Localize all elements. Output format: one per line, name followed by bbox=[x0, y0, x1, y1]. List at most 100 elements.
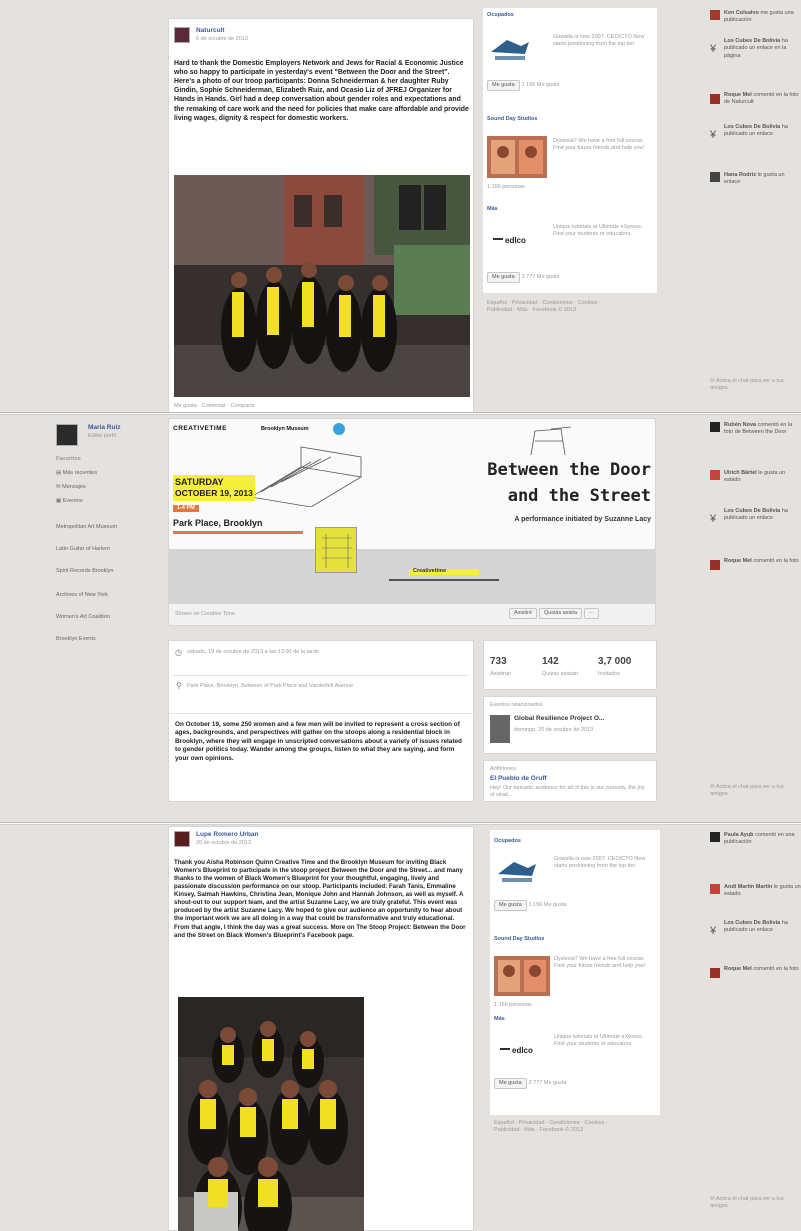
ad-like-button[interactable]: Me gusta bbox=[494, 900, 527, 912]
ticker-item[interactable]: Hana Rodriz le gusta un enlace bbox=[724, 172, 801, 187]
ad-text: Unique tutorials at Ultimate eXpress. Fi… bbox=[554, 1034, 644, 1048]
post-author[interactable]: Naturcult bbox=[196, 27, 225, 36]
ticker-name: Los Cubes De Bolivia bbox=[724, 508, 781, 514]
page-footer-links[interactable]: Español · Privacidad · Condiciones · Coo… bbox=[494, 1120, 634, 1135]
ticker-avatar[interactable] bbox=[710, 968, 720, 978]
ticker-name: Hana Rodriz bbox=[724, 172, 757, 178]
ticker-avatar[interactable] bbox=[710, 172, 720, 182]
ad-like-button[interactable]: Me gusta bbox=[494, 1078, 527, 1090]
more-options-button[interactable]: ··· bbox=[583, 608, 600, 620]
gowalla-logo-icon bbox=[498, 862, 536, 882]
ticker-item[interactable]: Los Cubes De Bolivia ha publicado un enl… bbox=[724, 38, 801, 60]
post-author[interactable]: Lupe Romero Urban bbox=[196, 831, 258, 840]
ticker-item[interactable]: Ulrich Bärtel le gusta un estado bbox=[724, 470, 801, 485]
bar-text: Creativetime bbox=[413, 568, 447, 574]
stat-invited[interactable]: 3,7 000 bbox=[598, 655, 631, 669]
event-location: Park Place, Brooklyn bbox=[173, 518, 263, 528]
stat-going[interactable]: 733 bbox=[490, 655, 507, 669]
nav-group-link[interactable]: Latin Guitar of Harlem bbox=[56, 546, 148, 553]
ticker-item[interactable]: Paula Ayub comentó en una publicación bbox=[724, 832, 801, 847]
edit-profile-link[interactable]: Editar perfil bbox=[88, 433, 116, 440]
chat-status[interactable]: ✉ Activa el chat para ver a tus amigos bbox=[710, 1196, 801, 1211]
ticker-avatar[interactable] bbox=[710, 94, 720, 104]
ad-logo-edlco[interactable]: edlco bbox=[494, 1036, 550, 1064]
date-banner: SATURDAY OCTOBER 19, 2013 bbox=[173, 475, 255, 501]
host-name[interactable]: El Pueblo de Gruff bbox=[490, 775, 547, 784]
nav-group-link[interactable]: Brooklyn Events bbox=[56, 636, 148, 643]
ad-logo-gowalla[interactable] bbox=[487, 34, 533, 64]
join-button[interactable]: Asistiré bbox=[509, 608, 538, 620]
post-text: Thank you Aisha Robinson Quinn Creative … bbox=[174, 859, 466, 939]
nav-section-favorites: Favoritos bbox=[56, 456, 81, 462]
nav-item-news[interactable]: ▤ Más recientes bbox=[56, 470, 97, 477]
ad-text: Gowalla is now 2007. CEO/CTO New starts … bbox=[554, 856, 646, 870]
ad-logo-gowalla[interactable] bbox=[494, 856, 540, 886]
ticker-item[interactable]: Rubén Nova comentó en la foto de Between… bbox=[724, 422, 801, 437]
ticker-avatar[interactable] bbox=[710, 884, 720, 894]
ad-photo-dyslexia[interactable] bbox=[494, 956, 550, 996]
event-stats: 733 Asistirán 142 Quizás asistan 3,7 000… bbox=[483, 640, 657, 690]
ad-photo-dyslexia[interactable] bbox=[487, 136, 547, 178]
screenshot-separator bbox=[0, 822, 801, 825]
ticker-item[interactable]: Andi Martin Martín le gusta un estado bbox=[724, 884, 801, 899]
ad-like-count: 1 156 personas bbox=[494, 1002, 532, 1008]
ad-like-button[interactable]: Me gusta bbox=[487, 272, 520, 284]
nav-item-messages[interactable]: ✉ Mensajes bbox=[56, 484, 86, 491]
related-heading: Eventos relacionados bbox=[490, 702, 543, 708]
ad-like-count: 1 156 Me gusta bbox=[528, 902, 567, 908]
ticker-avatar[interactable] bbox=[710, 560, 720, 570]
ad-like-button[interactable]: Me gusta bbox=[487, 80, 520, 92]
post-photo[interactable] bbox=[178, 997, 364, 1231]
host-heading: Anfitriones bbox=[490, 766, 516, 772]
post-photo[interactable] bbox=[174, 175, 470, 397]
ad-logo-edlco[interactable]: edlco bbox=[487, 226, 547, 256]
nav-group-link[interactable]: Women's Art Coalition bbox=[56, 614, 148, 621]
ticker-item[interactable]: Los Cubes De Bolivia ha publicado un enl… bbox=[724, 124, 801, 139]
nav-group-link[interactable]: Archives of New York bbox=[56, 592, 148, 599]
ads-heading: Ocupados bbox=[494, 838, 521, 844]
ticker-avatar[interactable] bbox=[710, 832, 720, 842]
profile-name[interactable]: Maria Ruiz bbox=[88, 424, 121, 433]
screenshot-separator bbox=[0, 412, 801, 415]
cubes-logo-icon: ¥ bbox=[710, 925, 717, 937]
ad-text: Dyslexia? We have a free full course. Fi… bbox=[554, 956, 646, 970]
avatar[interactable] bbox=[174, 831, 190, 847]
stat-maybe[interactable]: 142 bbox=[542, 655, 559, 669]
ticker-avatar[interactable] bbox=[710, 10, 720, 20]
nav-item-events[interactable]: ▦ Eventos bbox=[56, 498, 83, 505]
event-time-tag: 1-4 PM bbox=[173, 505, 199, 513]
ticker-item[interactable]: Roque Mel comentó en la foto bbox=[724, 558, 801, 565]
stat-going-label: Asistirán bbox=[490, 671, 512, 677]
ticker-item[interactable]: Roque Mel comentó en la foto bbox=[724, 966, 801, 973]
ticker-avatar[interactable] bbox=[710, 470, 720, 480]
page-footer-links[interactable]: Español · Privacidad · Condiciones · Coo… bbox=[487, 300, 627, 315]
ticker-name: Los Cubes De Bolivia bbox=[724, 38, 781, 44]
post-actions[interactable]: Me gusta · Comentar · Compartir bbox=[174, 403, 255, 410]
ticker-name: Los Cubes De Bolivia bbox=[724, 920, 781, 926]
calendar-icon: ▦ bbox=[56, 498, 63, 504]
location-underline bbox=[173, 531, 303, 534]
chat-status[interactable]: ✉ Activa el chat para ver a tus amigos bbox=[710, 378, 801, 393]
related-thumb[interactable] bbox=[490, 715, 510, 743]
maybe-button[interactable]: Quizás asista bbox=[538, 608, 582, 620]
nav-group-link[interactable]: Spirit Records Brooklyn bbox=[56, 568, 148, 575]
nav-group-link[interactable]: Metropolitan Art Museum bbox=[56, 524, 148, 531]
ticker-name: Ulrich Bärtel bbox=[724, 470, 757, 476]
ad-like-count: 2 777 Me gusta bbox=[528, 1080, 567, 1086]
ticker-name: Andi Martin Martín bbox=[724, 884, 773, 890]
event-creator[interactable]: Shown on Creative Time bbox=[175, 611, 235, 618]
profile-avatar[interactable] bbox=[56, 424, 78, 446]
event-toolbar: Shown on Creative Time Asistiré Quizás a… bbox=[168, 604, 656, 626]
ticker-item[interactable]: Los Cubes De Bolivia ha publicado un enl… bbox=[724, 920, 801, 935]
edlco-logo-icon: edlco bbox=[493, 236, 526, 245]
avatar[interactable] bbox=[174, 27, 190, 43]
ticker-item[interactable]: Roque Mel comentó en la foto de Naturcul… bbox=[724, 92, 801, 107]
ticker-item[interactable]: Ken Colsalvo me gusta una publicación bbox=[724, 10, 801, 25]
ad-text: Dyslexia? We have a free full course. Fi… bbox=[553, 138, 645, 152]
ticker-avatar[interactable] bbox=[710, 422, 720, 432]
ticker-name: Roque Mel bbox=[724, 558, 752, 564]
ticker-item[interactable]: Los Cubes De Bolivia ha publicado un enl… bbox=[724, 508, 801, 523]
chair-sketch bbox=[521, 425, 581, 459]
related-title[interactable]: Global Resilience Project O... bbox=[514, 715, 604, 724]
chat-status[interactable]: ✉ Activa el chat para ver a tus amigos bbox=[710, 784, 801, 799]
